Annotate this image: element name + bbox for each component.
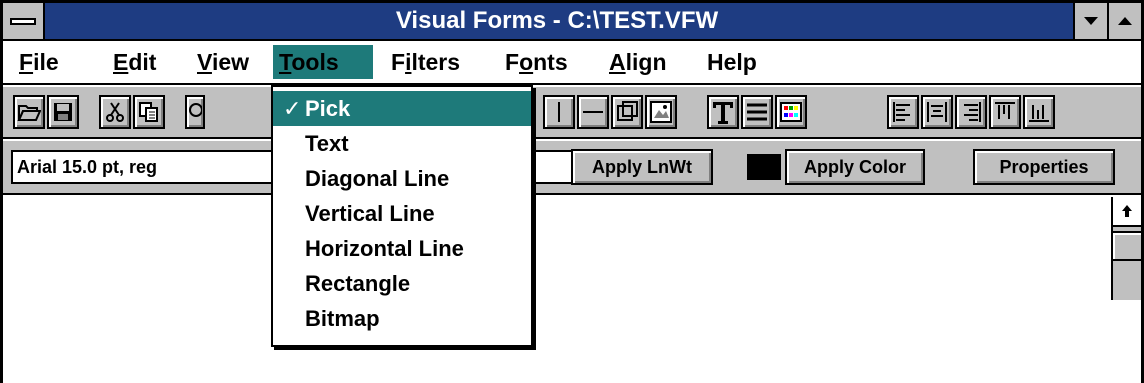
open-button[interactable]: [13, 95, 45, 129]
tools-menu-item-diagonal-line[interactable]: Diagonal Line: [273, 161, 531, 196]
scissors-icon: [106, 102, 124, 122]
tools-menu-item-bitmap[interactable]: Bitmap: [273, 301, 531, 336]
minimize-icon: [1084, 17, 1098, 25]
cut-button[interactable]: [99, 95, 131, 129]
color-palette-button[interactable]: [775, 95, 807, 129]
apply-lnwt-button[interactable]: Apply LnWt: [571, 149, 713, 185]
magnifier-icon: [189, 103, 202, 117]
scroll-up-button[interactable]: [1113, 197, 1141, 227]
vertical-scrollbar[interactable]: [1111, 197, 1141, 300]
tools-menu-item-rectangle[interactable]: Rectangle: [273, 266, 531, 301]
tools-menu-item-vertical-line[interactable]: Vertical Line: [273, 196, 531, 231]
menu-file[interactable]: File: [13, 45, 65, 79]
vertical-line-icon: [558, 102, 560, 122]
align-left-icon: [893, 102, 910, 122]
align-top-icon: [995, 102, 1015, 119]
maximize-icon: [1118, 17, 1132, 25]
zoom-button[interactable]: [185, 95, 205, 129]
save-button[interactable]: [47, 95, 79, 129]
align-center-icon: [927, 102, 947, 122]
arrow-up-icon: [1122, 205, 1132, 217]
window-title: Visual Forms - C:\TEST.VFW: [395, 7, 719, 34]
align-center-button[interactable]: [921, 95, 953, 129]
align-right-icon: [964, 102, 981, 122]
rectangle-tool[interactable]: [611, 95, 643, 129]
system-menu-icon: [10, 18, 36, 25]
format-bar: Arial 15.0 pt, reg Apply LnWt Apply Colo…: [3, 141, 1141, 195]
align-right-button[interactable]: [955, 95, 987, 129]
menu-tools[interactable]: Tools: [273, 45, 373, 79]
menu-align[interactable]: Align: [603, 45, 673, 79]
align-bottom-icon: [1029, 105, 1049, 122]
bitmap-icon: [650, 101, 672, 123]
rectangle-icon: [617, 101, 638, 121]
horizontal-line-icon: [583, 111, 603, 113]
tools-menu-item-pick[interactable]: ✓ Pick: [273, 91, 531, 126]
horizontal-line-tool[interactable]: [577, 95, 609, 129]
menu-fonts[interactable]: Fonts: [499, 45, 574, 79]
copy-button[interactable]: [133, 95, 165, 129]
maximize-button[interactable]: [1107, 3, 1141, 39]
menu-view[interactable]: View: [191, 45, 255, 79]
align-bottom-button[interactable]: [1023, 95, 1055, 129]
app-window: Visual Forms - C:\TEST.VFW File Edit Vie…: [0, 0, 1144, 383]
text-tool[interactable]: [707, 95, 739, 129]
tools-menu: ✓ Pick Text Diagonal Line Vertical Line …: [271, 85, 533, 347]
align-left-button[interactable]: [887, 95, 919, 129]
floppy-disk-icon: [54, 103, 72, 121]
folder-open-icon: [17, 105, 41, 121]
menu-help[interactable]: Help: [701, 45, 763, 79]
form-canvas[interactable]: [3, 197, 1141, 383]
tools-menu-item-horizontal-line[interactable]: Horizontal Line: [273, 231, 531, 266]
palette-icon: [780, 102, 802, 122]
menu-filters[interactable]: Filters: [385, 45, 466, 79]
minimize-button[interactable]: [1073, 3, 1107, 39]
tools-menu-item-text[interactable]: Text: [273, 126, 531, 161]
properties-button[interactable]: Properties: [973, 149, 1115, 185]
checkmark-icon: ✓: [283, 96, 302, 121]
apply-color-button[interactable]: Apply Color: [785, 149, 925, 185]
title-bar: Visual Forms - C:\TEST.VFW: [3, 3, 1141, 41]
system-menu-button[interactable]: [3, 3, 45, 39]
scroll-thumb[interactable]: [1113, 231, 1141, 261]
toolbar: [3, 87, 1141, 139]
text-icon: [713, 102, 733, 124]
bitmap-tool[interactable]: [645, 95, 677, 129]
current-color-swatch: [747, 154, 781, 180]
line-weight-button[interactable]: [741, 95, 773, 129]
vertical-line-tool[interactable]: [543, 95, 575, 129]
align-top-button[interactable]: [989, 95, 1021, 129]
line-weight-icon: [747, 103, 767, 121]
menu-edit[interactable]: Edit: [107, 45, 162, 79]
copy-icon: [139, 102, 158, 122]
menu-bar: File Edit View Tools Filters Fonts Align…: [3, 41, 1141, 85]
